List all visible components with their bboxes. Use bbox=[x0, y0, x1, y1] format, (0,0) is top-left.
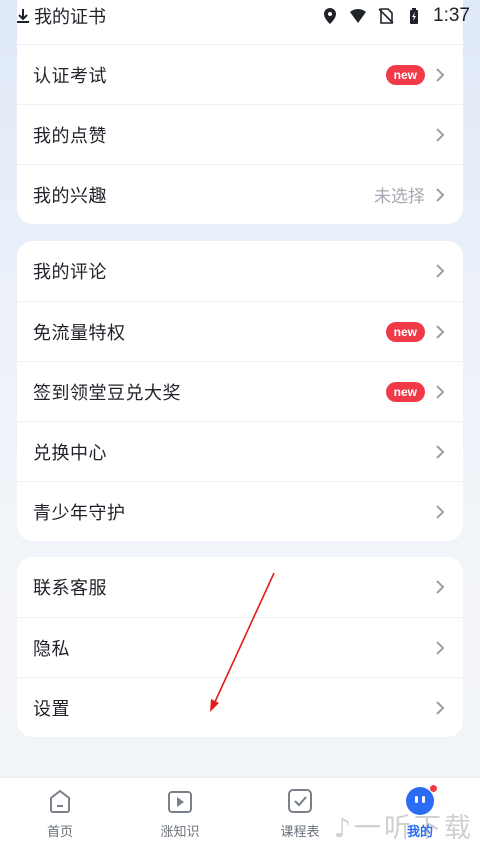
chevron-right-icon bbox=[436, 384, 445, 399]
tab-label: 首页 bbox=[46, 824, 73, 839]
menu-item-free-data[interactable]: 免流量特权 new bbox=[17, 301, 463, 361]
menu-item-certification-exam[interactable]: 认证考试 new bbox=[17, 44, 463, 104]
chevron-right-icon bbox=[436, 504, 445, 519]
tab-schedule[interactable]: 课程表 bbox=[250, 787, 350, 840]
tab-home[interactable]: 首页 bbox=[10, 787, 110, 840]
play-icon bbox=[168, 791, 192, 813]
chevron-right-icon bbox=[436, 700, 445, 715]
menu-item-privacy[interactable]: 隐私 bbox=[17, 617, 463, 677]
menu-item-label: 我的评论 bbox=[33, 262, 107, 282]
status-bar: 我的证书 1:37 bbox=[0, 0, 480, 32]
menu-item-customer-service[interactable]: 联系客服 bbox=[17, 557, 463, 617]
menu-item-settings[interactable]: 设置 bbox=[17, 677, 463, 737]
menu-item-label: 兑换中心 bbox=[33, 442, 107, 463]
download-icon bbox=[17, 9, 29, 23]
menu-item-label: 我的点赞 bbox=[33, 125, 107, 146]
menu-item-youth-protection[interactable]: 青少年守护 bbox=[17, 481, 463, 541]
tab-learn[interactable]: 涨知识 bbox=[130, 787, 230, 840]
battery-icon bbox=[410, 8, 419, 24]
menu-item-label: 设置 bbox=[33, 698, 70, 719]
chevron-right-icon bbox=[436, 127, 445, 142]
clock: 1:37 bbox=[433, 5, 470, 26]
interest-value: 未选择 bbox=[374, 187, 425, 206]
tab-label: 涨知识 bbox=[160, 824, 200, 839]
chevron-right-icon bbox=[436, 264, 445, 278]
status-right: 1:37 bbox=[321, 5, 470, 27]
menu-item-label: 联系客服 bbox=[33, 578, 107, 598]
chevron-right-icon bbox=[436, 640, 445, 655]
status-left: 我的证书 bbox=[14, 3, 106, 29]
bottom-nav: 首页 涨知识 课程表 我的 bbox=[0, 777, 480, 853]
location-icon bbox=[324, 8, 337, 24]
chevron-right-icon bbox=[436, 324, 445, 339]
schedule-icon bbox=[288, 789, 312, 813]
chevron-right-icon bbox=[436, 580, 445, 594]
settings-card-1: 认证考试 new 我的点赞 我的兴趣 未选择 bbox=[17, 0, 463, 224]
new-badge: new bbox=[385, 381, 425, 402]
wifi-icon bbox=[350, 8, 367, 23]
new-badge: new bbox=[385, 64, 425, 85]
menu-item-label: 免流量特权 bbox=[33, 322, 126, 343]
tab-mine[interactable]: 我的 bbox=[370, 784, 470, 840]
menu-item-label: 隐私 bbox=[33, 638, 70, 659]
home-icon bbox=[50, 789, 70, 813]
tab-label: 课程表 bbox=[280, 824, 320, 839]
menu-item-label: 青少年守护 bbox=[33, 502, 126, 523]
chevron-right-icon bbox=[436, 444, 445, 459]
new-badge: new bbox=[385, 321, 425, 342]
no-sim-icon bbox=[378, 8, 394, 24]
notification-dot bbox=[429, 784, 438, 793]
menu-item-label: 签到领堂豆兑大奖 bbox=[33, 382, 181, 403]
menu-item-my-likes[interactable]: 我的点赞 bbox=[17, 104, 463, 164]
menu-item-checkin-rewards[interactable]: 签到领堂豆兑大奖 new bbox=[17, 361, 463, 421]
menu-item-my-interests[interactable]: 我的兴趣 未选择 bbox=[17, 164, 463, 224]
menu-item-my-comments[interactable]: 我的评论 bbox=[17, 241, 463, 301]
avatar bbox=[406, 784, 438, 815]
settings-card-3: 联系客服 隐私 设置 bbox=[17, 557, 463, 737]
settings-card-2: 我的评论 免流量特权 new 签到领堂豆兑大奖 new 兑换中心 青少年守护 bbox=[17, 241, 463, 541]
chevron-right-icon bbox=[436, 187, 445, 202]
chevron-right-icon bbox=[436, 67, 445, 82]
menu-item-label: 认证考试 bbox=[33, 65, 107, 86]
partial-item-label: 我的证书 bbox=[34, 7, 106, 27]
tab-label: 我的 bbox=[406, 824, 433, 839]
menu-item-label: 我的兴趣 bbox=[33, 185, 107, 206]
menu-item-redeem-center[interactable]: 兑换中心 bbox=[17, 421, 463, 481]
